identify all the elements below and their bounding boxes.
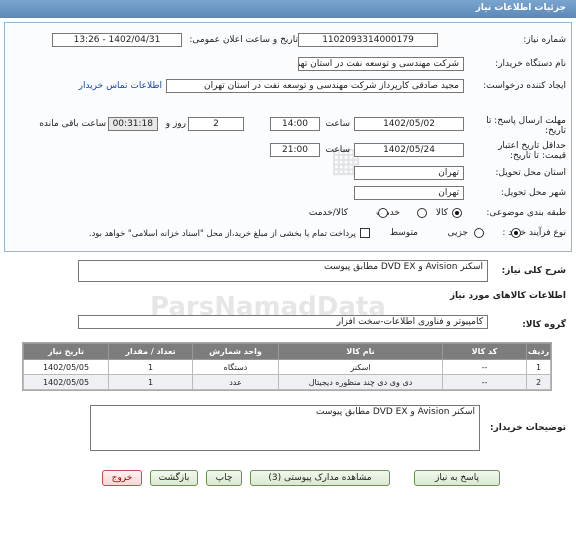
reply-deadline-label: مهلت ارسال پاسخ: تا تاریخ: [486,116,566,136]
reply-date-field: 1402/05/02 [354,117,464,131]
cell-date: 1402/05/05 [23,374,109,390]
cell-name: اسکنر [278,359,443,375]
validity-label: حداقل تاریخ اعتبار قیمت: تا تاریخ: [498,141,566,161]
table-header-row: ردیف کد کالا نام کالا واحد شمارش تعداد /… [23,343,551,360]
buyer-notes-field: اسکنر Avision و DVD EX مطابق پیوست [90,405,480,451]
category-both-radio[interactable] [377,208,388,218]
treasury-payment-checkbox[interactable] [360,228,370,238]
cell-qty: 1 [108,359,193,375]
cell-unit: عدد [192,374,279,390]
city-label: شهر محل تحویل: [500,188,566,198]
process-small-radio[interactable] [510,228,521,238]
cell-name: دی وی دی چند منظوره دیجیتال [278,374,443,390]
summary-field: اسکنر Avision و DVD EX مطابق پیوست [78,260,488,282]
exit-button[interactable]: خروج [102,470,142,486]
cell-qty: 1 [108,374,193,390]
reply-time-field: 14:00 [270,117,320,131]
table-row[interactable]: 1 -- اسکنر دستگاه 1 1402/05/05 [23,359,551,375]
contact-info-link[interactable]: اطلاعات تماس خریدار [68,81,162,91]
col-date: تاریخ نیاز [23,343,109,360]
need-number-label: شماره نیاز: [523,35,566,45]
goods-group-label: گروه کالا: [522,320,566,330]
buyer-notes-label: توضیحات خریدار: [490,423,566,433]
goods-table: ردیف کد کالا نام کالا واحد شمارش تعداد /… [22,342,552,391]
need-number-field: 1102093314000179 [298,33,438,47]
cell-row: 2 [526,374,551,390]
process-medium-radio[interactable] [473,228,484,238]
province-label: استان محل تحویل: [495,168,566,178]
days-field: 2 [188,117,244,131]
summary-label: شرح کلی نیاز: [501,266,566,276]
attachments-button[interactable]: مشاهده مدارک پیوستی (3) [250,470,390,486]
goods-section-title: اطلاعات کالاهای مورد نیاز [449,291,566,301]
table-row[interactable]: 2 -- دی وی دی چند منظوره دیجیتال عدد 1 1… [23,374,551,390]
process-small-label: جزیی [447,228,468,238]
treasury-payment-note: پرداخت تمام یا بخشی از مبلغ خرید،از محل … [88,228,356,238]
goods-group-field: کامپیوتر و فناوری اطلاعات-سخت افزار [78,315,488,329]
remaining-label: ساعت باقی مانده [39,119,106,129]
buyer-org-field: شرکت مهندسی و توسعه نفت در استان تهران [298,57,464,71]
announce-label: تاریخ و ساعت اعلان عمومی: [189,35,298,45]
category-both-label: کالا/خدمت [308,208,348,218]
col-code: کد کالا [442,343,527,360]
category-label: طبقه بندی موضوعی: [486,208,566,218]
cell-date: 1402/05/05 [23,359,109,375]
days-label: روز و [165,119,186,129]
process-label: نوع فرآیند خرید : [502,228,566,238]
reply-button[interactable]: پاسخ به نیاز [414,470,500,486]
col-name: نام کالا [278,343,443,360]
buyer-org-label: نام دستگاه خریدار: [495,59,566,69]
cell-row: 1 [526,359,551,375]
province-field: تهران [354,166,464,180]
cell-unit: دستگاه [192,359,279,375]
category-service-radio[interactable] [416,208,427,218]
page-title: جزئیات اطلاعات نیاز [0,0,576,18]
back-button[interactable]: بازگشت [150,470,198,486]
process-medium-label: متوسط [389,228,418,238]
validity-time-field: 21:00 [270,143,320,157]
remaining-field: 00:31:18 [108,117,158,131]
city-field: تهران [354,186,464,200]
print-button[interactable]: چاپ [206,470,242,486]
col-qty: تعداد / مقدار [108,343,193,360]
reply-time-label: ساعت [325,119,351,129]
col-unit: واحد شمارش [192,343,279,360]
cell-code: -- [442,359,527,375]
creator-field: مجید صادقی کارپرداز شرکت مهندسی و توسعه … [166,79,464,93]
validity-time-label: ساعت [325,145,351,155]
category-goods-radio[interactable] [452,208,462,218]
col-row: ردیف [526,343,551,360]
creator-label: ایجاد کننده درخواست: [483,81,566,91]
cell-code: -- [442,374,527,390]
validity-date-field: 1402/05/24 [354,143,464,157]
announce-field: 1402/04/31 - 13:26 [52,33,182,47]
